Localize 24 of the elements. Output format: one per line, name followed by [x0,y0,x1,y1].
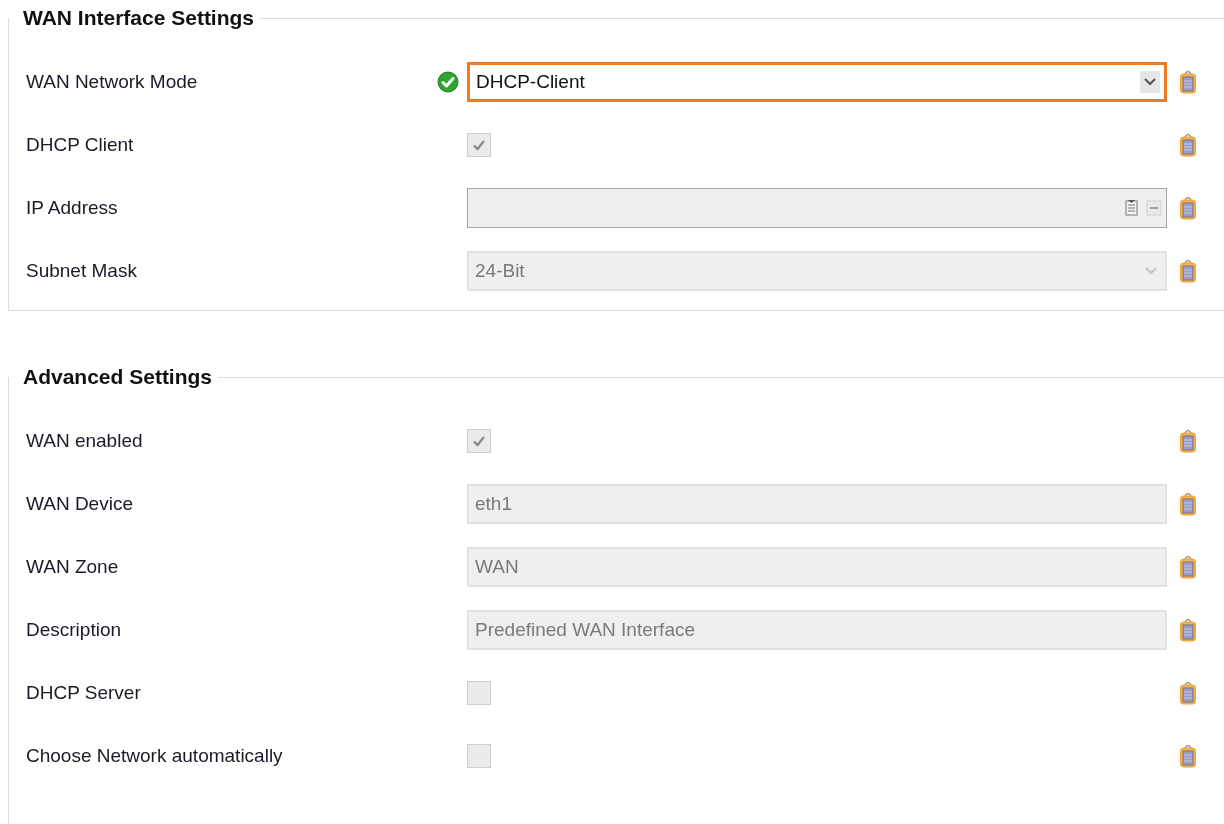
section-title: Advanced Settings [22,365,214,389]
field-label: Description [25,618,123,641]
field-label: DHCP Client [25,133,135,156]
clipboard-icon[interactable] [1179,742,1197,769]
clipboard-icon[interactable] [1179,257,1197,284]
clipboard-icon[interactable] [1179,131,1197,158]
field-label: IP Address [25,196,119,219]
field-label: Subnet Mask [25,259,138,282]
field-label: WAN enabled [25,429,144,452]
field-label: WAN Network Mode [25,70,199,93]
section-title: WAN Interface Settings [22,6,256,30]
clipboard-icon[interactable] [1179,427,1197,454]
clipboard-icon[interactable] [1179,616,1197,643]
field-label: Choose Network automatically [25,744,284,767]
chevron-down-icon[interactable] [1140,70,1160,93]
clipboard-icon[interactable] [1179,68,1197,95]
field-label: DHCP Server [25,681,142,704]
clipboard-icon[interactable] [1179,194,1197,221]
field-label: WAN Zone [25,555,120,578]
dropdown-field[interactable]: DHCP-Client [467,61,1167,102]
clipboard-icon[interactable] [1179,490,1197,517]
clipboard-icon[interactable] [1179,679,1197,706]
field-label: WAN Device [25,492,134,515]
clipboard-icon[interactable] [1179,553,1197,580]
